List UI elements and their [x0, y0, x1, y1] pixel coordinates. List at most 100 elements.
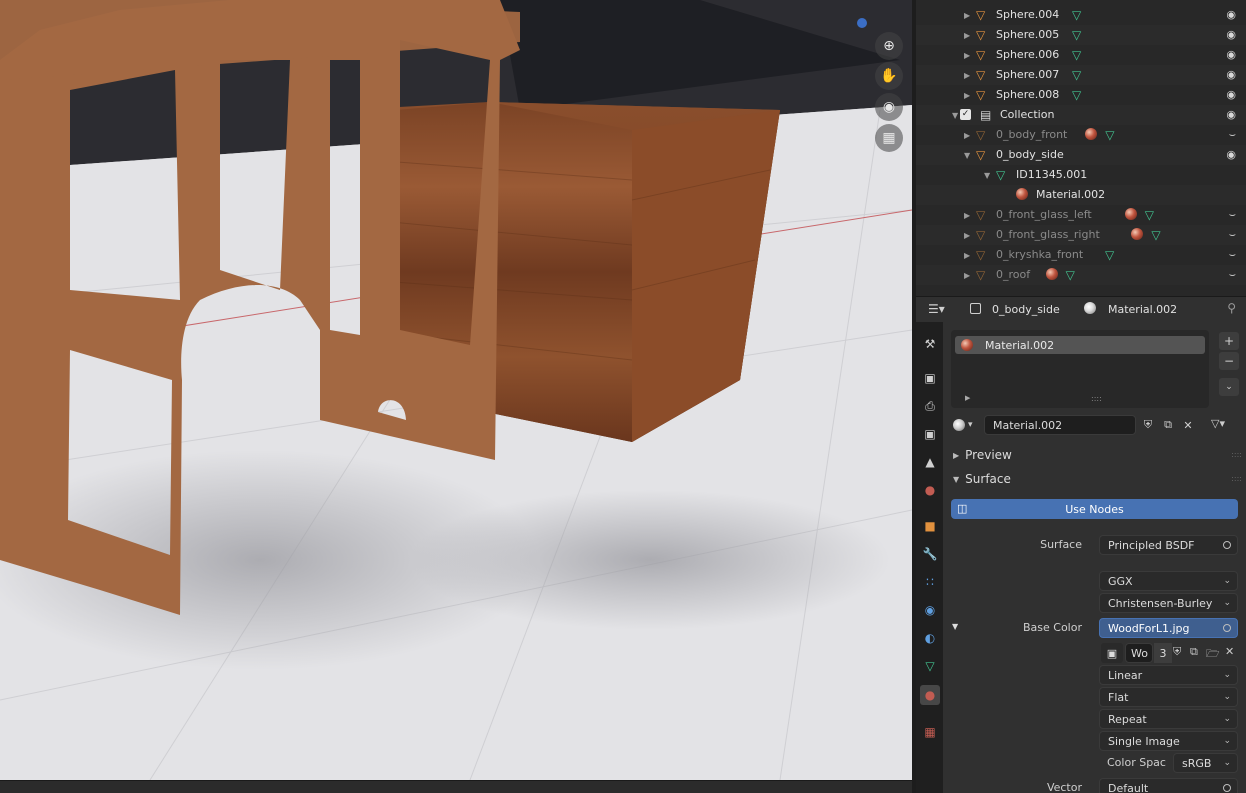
- object-tab-icon[interactable]: ■: [920, 516, 940, 536]
- camera-icon[interactable]: ◉: [875, 93, 903, 121]
- collapse-arrow-icon[interactable]: ▶: [964, 71, 970, 80]
- eye-closed-icon[interactable]: ⌣: [1229, 228, 1236, 242]
- panel-drag-handle[interactable]: ::::: [1231, 474, 1242, 483]
- outliner-row[interactable]: ▶ ▽ 0_front_glass_right ▽ ⌣: [916, 225, 1246, 245]
- particles-tab-icon[interactable]: ∷: [920, 572, 940, 592]
- view-layer-tab-icon[interactable]: ▣: [920, 424, 940, 444]
- outliner-row[interactable]: Material.002: [916, 185, 1246, 205]
- mesh-data-icon[interactable]: ▽: [1072, 88, 1081, 102]
- collapse-arrow-icon[interactable]: ▶: [964, 271, 970, 280]
- color-space-dropdown[interactable]: sRGB ⌄: [1173, 753, 1238, 773]
- material-name-field[interactable]: Material.002: [984, 415, 1136, 435]
- material-browse-button[interactable]: ▾: [953, 415, 983, 435]
- outliner-row[interactable]: ▼ ✓ ▤ Collection ◉: [916, 105, 1246, 125]
- material-tab-icon[interactable]: ●: [920, 685, 940, 705]
- grid-perspective-icon[interactable]: ▦: [875, 124, 903, 152]
- 3d-viewport[interactable]: ⊕ ✋ ◉ ▦: [0, 0, 912, 780]
- outliner-row[interactable]: ▶ ▽ 0_roof ▽ ⌣: [916, 265, 1246, 285]
- image-duplicate-icon[interactable]: ⧉: [1190, 645, 1198, 659]
- collapse-arrow-icon[interactable]: ▶: [964, 231, 970, 240]
- eye-icon[interactable]: ◉: [1226, 8, 1236, 21]
- projection-dropdown[interactable]: Flat ⌄: [1099, 687, 1238, 707]
- interpolation-dropdown[interactable]: Linear ⌄: [1099, 665, 1238, 685]
- mesh-data-icon[interactable]: ▽: [1145, 208, 1154, 222]
- slot-resize-handle[interactable]: ::::: [1091, 394, 1102, 403]
- constraints-tab-icon[interactable]: ◐: [920, 628, 940, 648]
- breadcrumb-object[interactable]: 0_body_side: [992, 303, 1060, 316]
- outliner-row[interactable]: ▶ ▽ 0_body_front ▽ ⌣: [916, 125, 1246, 145]
- image-users-count[interactable]: 3: [1154, 643, 1172, 663]
- image-name-field[interactable]: Wo: [1125, 643, 1153, 663]
- material-icon[interactable]: [1131, 228, 1144, 243]
- material-icon[interactable]: [1085, 128, 1098, 143]
- add-slot-button[interactable]: +: [1219, 332, 1239, 350]
- duplicate-material-icon[interactable]: ⧉: [1158, 416, 1178, 434]
- image-source-dropdown[interactable]: Single Image ⌄: [1099, 731, 1238, 751]
- collapse-arrow-icon[interactable]: ▶: [964, 51, 970, 60]
- image-fake-user-icon[interactable]: ⛨: [1173, 645, 1181, 659]
- slot-specials-button[interactable]: ⌄: [1219, 378, 1239, 396]
- collapse-arrow-icon[interactable]: ▶: [964, 11, 970, 20]
- pan-hand-icon[interactable]: ✋: [875, 62, 903, 90]
- vector-field[interactable]: Default: [1099, 778, 1238, 793]
- subsurface-method-dropdown[interactable]: Christensen-Burley ⌄: [1099, 593, 1238, 613]
- expand-arrow-icon[interactable]: ▼: [964, 151, 970, 160]
- output-tab-icon[interactable]: ⎙: [920, 396, 940, 416]
- eye-closed-icon[interactable]: ⌣: [1229, 268, 1236, 282]
- mesh-data-icon[interactable]: ▽: [1066, 268, 1075, 282]
- mesh-data-icon[interactable]: ▽: [1072, 48, 1081, 62]
- slot-expand-icon[interactable]: ▶: [965, 394, 970, 402]
- extension-dropdown[interactable]: Repeat ⌄: [1099, 709, 1238, 729]
- mesh-data-icon[interactable]: ▽: [1072, 28, 1081, 42]
- modifier-tab-icon[interactable]: 🔧: [920, 544, 940, 564]
- eye-icon[interactable]: ◉: [1226, 68, 1236, 81]
- eye-icon[interactable]: ◉: [1226, 148, 1236, 161]
- link-mode-icon[interactable]: ▽▾: [1211, 417, 1225, 430]
- outliner-row[interactable]: ▼ ▽ 0_body_side ◉: [916, 145, 1246, 165]
- outliner-row[interactable]: ▶ ▽ Sphere.007 ▽ ◉: [916, 65, 1246, 85]
- pin-icon[interactable]: ⚲: [1227, 301, 1236, 315]
- outliner-row[interactable]: ▶ ▽ 0_kryshka_front ▽ ⌣: [916, 245, 1246, 265]
- collapse-arrow-icon[interactable]: ▶: [964, 131, 970, 140]
- preview-panel-header[interactable]: ▶ Preview: [943, 443, 1246, 467]
- surface-shader-field[interactable]: Principled BSDF: [1099, 535, 1238, 555]
- distribution-dropdown[interactable]: GGX ⌄: [1099, 571, 1238, 591]
- zoom-icon[interactable]: ⊕: [875, 32, 903, 60]
- outliner-row[interactable]: ▶ ▽ Sphere.005 ▽ ◉: [916, 25, 1246, 45]
- outliner[interactable]: ▶ ▽ Sphere.004 ▽ ◉ ▶ ▽ Sphere.005 ▽ ◉ ▶ ▽ Sphere.006…: [916, 0, 1246, 296]
- collapse-arrow-icon[interactable]: ▶: [964, 91, 970, 100]
- outliner-row[interactable]: ▶ ▽ 0_front_glass_left ▽ ⌣: [916, 205, 1246, 225]
- image-unlink-icon[interactable]: ✕: [1225, 645, 1234, 658]
- eye-icon[interactable]: ◉: [1226, 88, 1236, 101]
- tool-tab-icon[interactable]: ⚒: [920, 334, 940, 354]
- eye-closed-icon[interactable]: ⌣: [1229, 208, 1236, 222]
- material-slot-item[interactable]: Material.002: [955, 336, 1205, 354]
- breadcrumb-material[interactable]: Material.002: [1108, 303, 1177, 316]
- outliner-row[interactable]: ▶ ▽ Sphere.008 ▽ ◉: [916, 85, 1246, 105]
- mesh-data-icon[interactable]: ▽: [1105, 128, 1114, 142]
- mesh-data-icon[interactable]: ▽: [1151, 228, 1160, 242]
- collection-checkbox[interactable]: ✓: [960, 109, 971, 120]
- collapse-arrow-icon[interactable]: ▶: [964, 211, 970, 220]
- fake-user-shield-icon[interactable]: ⛨: [1138, 416, 1158, 434]
- material-icon[interactable]: [1045, 268, 1058, 283]
- material-slot-list[interactable]: Material.002 ▶ ::::: [951, 330, 1209, 408]
- use-nodes-button[interactable]: ◫ Use Nodes: [951, 499, 1238, 519]
- mesh-data-icon[interactable]: ▽: [1072, 8, 1081, 22]
- expand-arrow-icon[interactable]: ▼: [984, 171, 990, 180]
- eye-closed-icon[interactable]: ⌣: [1229, 248, 1236, 262]
- outliner-row[interactable]: ▼ ▽ ID11345.001: [916, 165, 1246, 185]
- eye-closed-icon[interactable]: ⌣: [1229, 128, 1236, 142]
- render-tab-icon[interactable]: ▣: [920, 368, 940, 388]
- outliner-row[interactable]: ▶ ▽ Sphere.006 ▽ ◉: [916, 45, 1246, 65]
- mesh-data-icon[interactable]: ▽: [1105, 248, 1114, 262]
- data-tab-icon[interactable]: ▽: [920, 656, 940, 676]
- expand-arrow-icon[interactable]: ▼: [952, 111, 958, 120]
- image-open-folder-icon[interactable]: 🗁: [1206, 645, 1220, 664]
- panel-drag-handle[interactable]: ::::: [1231, 450, 1242, 459]
- eye-icon[interactable]: ◉: [1226, 28, 1236, 41]
- collapse-arrow-icon[interactable]: ▶: [964, 31, 970, 40]
- collapse-arrow-icon[interactable]: ▶: [964, 251, 970, 260]
- unlink-material-icon[interactable]: ✕: [1178, 416, 1198, 434]
- base-color-expand-icon[interactable]: ▼: [952, 622, 958, 631]
